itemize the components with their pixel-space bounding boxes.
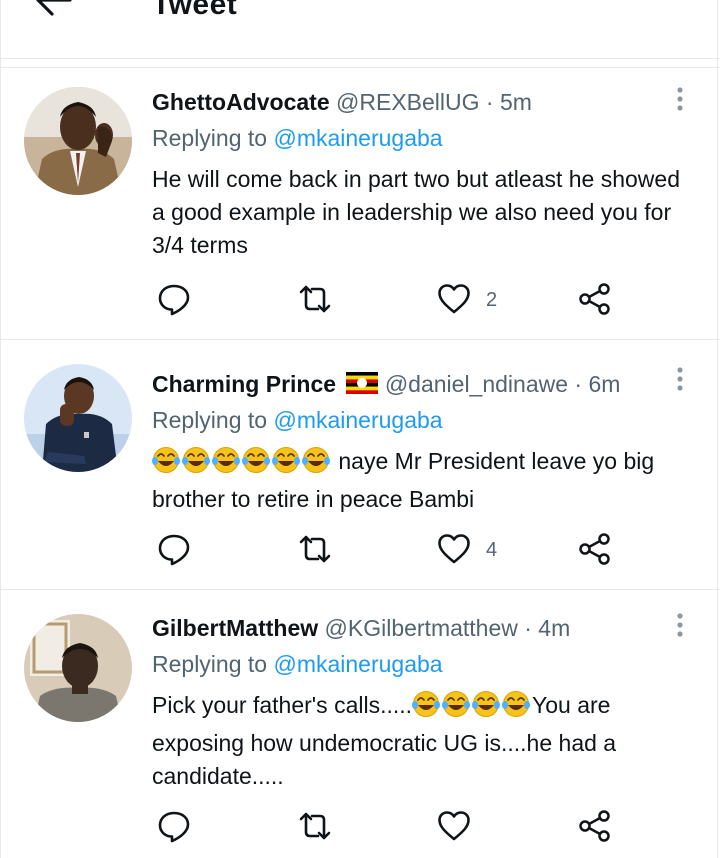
replying-to: Replying to @mkainerugaba <box>152 125 443 152</box>
laughing-emoji-icon <box>442 691 471 717</box>
laughing-emoji-group: 😂😂😂😂😂😂 <box>152 446 332 483</box>
tweet-text: Pick your father's calls..... 😂😂😂😂 You a… <box>152 689 697 793</box>
laughing-emoji-icon <box>272 447 300 473</box>
laughing-emoji-icon <box>182 447 210 473</box>
more-options-icon[interactable] <box>668 84 692 114</box>
more-options-icon[interactable] <box>668 364 692 394</box>
like-count: 4 <box>486 539 498 561</box>
handle-and-time: @daniel_ndinawe · 6m <box>384 371 621 397</box>
reply-icon[interactable] <box>156 531 192 567</box>
replying-to: Replying to @mkainerugaba <box>152 407 443 434</box>
share-icon[interactable] <box>577 808 613 844</box>
back-arrow-icon[interactable] <box>30 0 74 22</box>
retweet-icon[interactable] <box>297 281 333 317</box>
reply-tweet[interactable]: Charming Prince @daniel_ndinawe · 6m Rep… <box>0 340 720 590</box>
laughing-emoji-icon <box>212 447 240 473</box>
reply-tweet[interactable]: GilbertMatthew @KGilbertmatthew · 4m Rep… <box>0 590 720 858</box>
retweet-icon[interactable] <box>297 808 333 844</box>
like-icon[interactable] <box>436 808 472 844</box>
avatar[interactable] <box>24 87 132 195</box>
display-name[interactable]: GilbertMatthew <box>152 615 318 641</box>
reply-tweet[interactable]: GhettoAdvocate @REXBellUG · 5m Replying … <box>0 68 720 340</box>
uganda-flag-icon <box>346 372 379 394</box>
share-icon[interactable] <box>577 281 613 317</box>
laughing-emoji-icon <box>412 691 531 717</box>
handle-and-time: @REXBellUG · 5m <box>336 89 532 115</box>
replying-to: Replying to @mkainerugaba <box>152 651 443 678</box>
laughing-emoji-icon <box>242 447 270 473</box>
laughing-emoji-icon <box>152 447 330 473</box>
tweet-header: Charming Prince @daniel_ndinawe · 6m <box>152 371 620 398</box>
like-icon[interactable] <box>436 281 472 317</box>
more-options-icon[interactable] <box>668 610 692 640</box>
mention-link[interactable]: @mkainerugaba <box>273 651 442 677</box>
replying-to-label: Replying to <box>152 407 268 433</box>
laughing-emoji-icon <box>502 691 531 717</box>
replying-to-label: Replying to <box>152 125 268 151</box>
laughing-emoji-icon <box>302 447 330 473</box>
laughing-emoji-icon <box>472 691 501 717</box>
mention-link[interactable]: @mkainerugaba <box>273 407 442 433</box>
tweet-header: GilbertMatthew @KGilbertmatthew · 4m <box>152 615 570 642</box>
like-count: 2 <box>486 289 498 311</box>
avatar[interactable] <box>24 364 132 472</box>
top-bar: Tweet <box>0 0 720 59</box>
handle-and-time: @KGilbertmatthew · 4m <box>324 615 571 641</box>
divider <box>0 59 720 68</box>
laughing-emoji-icon <box>152 447 180 473</box>
replying-to-label: Replying to <box>152 651 268 677</box>
reply-icon[interactable] <box>156 808 192 844</box>
avatar[interactable] <box>24 614 132 722</box>
share-icon[interactable] <box>577 531 613 567</box>
tweet-header: GhettoAdvocate @REXBellUG · 5m <box>152 89 532 116</box>
laughing-emoji-group: 😂😂😂😂 <box>412 690 532 727</box>
like-icon[interactable] <box>436 531 472 567</box>
display-name[interactable]: GhettoAdvocate <box>152 89 330 115</box>
tweet-text-start: Pick your father's calls..... <box>152 692 413 718</box>
retweet-icon[interactable] <box>297 531 333 567</box>
reply-icon[interactable] <box>156 281 192 317</box>
page-title: Tweet <box>152 0 238 21</box>
tweet-text: 😂😂😂😂😂😂 naye Mr President leave yo big br… <box>152 445 697 516</box>
tweet-text: He will come back in part two but atleas… <box>152 166 680 258</box>
mention-link[interactable]: @mkainerugaba <box>273 125 442 151</box>
display-name[interactable]: Charming Prince <box>152 371 336 397</box>
laughing-emoji-icon <box>412 691 441 717</box>
